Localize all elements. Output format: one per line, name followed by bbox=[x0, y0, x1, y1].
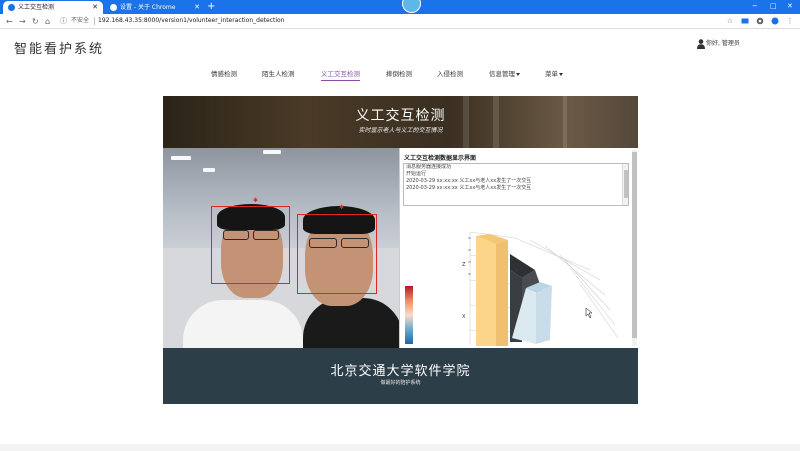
close-tab-icon[interactable]: ✕ bbox=[194, 1, 200, 14]
extension-icon[interactable] bbox=[741, 17, 749, 25]
maximize-icon[interactable]: □ bbox=[770, 0, 777, 12]
scrollbar-thumb[interactable] bbox=[632, 152, 637, 338]
overlay-badge bbox=[402, 0, 421, 13]
more-menu-icon[interactable]: ⋮ bbox=[786, 17, 794, 25]
nav-stranger-detection[interactable]: 陌生人检测 bbox=[262, 68, 295, 80]
face-marker-icon: ✱ bbox=[339, 204, 345, 211]
nav-info-management-label: 信息管理 bbox=[489, 70, 515, 78]
star-icon[interactable]: ☆ bbox=[726, 17, 734, 25]
tab-title: 义工交互检测 bbox=[18, 4, 55, 11]
log-line: 消息服务器连接成功 bbox=[406, 164, 452, 170]
interaction-3d-chart: Z X bbox=[405, 231, 619, 346]
new-tab-button[interactable]: + bbox=[207, 0, 215, 14]
panel-title: 义工交互检测数据显示界面 bbox=[404, 155, 477, 162]
tab-chrome-settings[interactable]: 设置 - 关于 Chrome ✕ bbox=[105, 1, 205, 14]
z-axis-label: Z bbox=[462, 262, 466, 268]
extension-icon[interactable] bbox=[756, 17, 764, 25]
close-window-icon[interactable]: ✕ bbox=[787, 0, 793, 12]
url-text[interactable]: 192.168.43.35:8000/version1/volunteer_in… bbox=[98, 15, 285, 27]
url-separator bbox=[94, 17, 95, 25]
nav-intrusion-detection[interactable]: 入侵检测 bbox=[437, 68, 463, 80]
nav-fall-detection[interactable]: 摔倒检测 bbox=[386, 68, 412, 80]
x-axis-label: X bbox=[462, 314, 466, 320]
nav-info-management[interactable]: 信息管理 bbox=[489, 68, 520, 80]
arrow-right-icon[interactable]: → bbox=[19, 15, 26, 28]
ceiling-light bbox=[263, 150, 281, 154]
face-marker-icon: ✱ bbox=[253, 197, 259, 204]
log-line: 开始运行 bbox=[406, 171, 427, 177]
user-greeting[interactable]: 你好, 管理员 bbox=[697, 38, 740, 50]
nav-menu-label: 菜单 bbox=[545, 70, 558, 78]
page-banner: 义工交互检测 实时显示老人与义工的交互情况 bbox=[163, 96, 638, 148]
address-bar[interactable]: ⓘ 不安全 192.168.43.35:8000/version1/volunt… bbox=[60, 15, 742, 27]
ceiling-light bbox=[203, 168, 215, 172]
face-detection-box bbox=[211, 206, 290, 284]
z-axis-ticks bbox=[468, 237, 471, 275]
log-line: 2020-03-29 xx:xx:xx 义工xx与老人xx发生了一次交互 bbox=[406, 178, 532, 184]
site-title: 智能看护系统 bbox=[14, 42, 105, 57]
log-scrollbar[interactable] bbox=[622, 164, 628, 205]
banner-subtitle: 实时显示老人与义工的交互情况 bbox=[358, 127, 443, 134]
camera-feed: ✱ ✱ bbox=[163, 148, 399, 348]
browser-tab-bar: 义工交互检测 ✕ 设置 - 关于 Chrome ✕ + − □ ✕ bbox=[0, 0, 800, 14]
browser-toolbar: ← → ↻ ⌂ ⓘ 不安全 192.168.43.35:8000/version… bbox=[0, 14, 800, 29]
ceiling-light bbox=[171, 156, 191, 160]
tab-title: 设置 - 关于 Chrome bbox=[120, 4, 176, 11]
chart-bar-side bbox=[496, 240, 508, 346]
info-icon[interactable]: ⓘ bbox=[60, 15, 67, 27]
nav-menu[interactable]: 菜单 bbox=[545, 68, 563, 80]
user-icon bbox=[697, 38, 705, 49]
data-panel: 义工交互检测数据显示界面 消息服务器连接成功 开始运行 2020-03-29 x… bbox=[399, 148, 638, 348]
log-box[interactable]: 消息服务器连接成功 开始运行 2020-03-29 xx:xx:xx 义工xx与… bbox=[403, 163, 629, 206]
chevron-down-icon bbox=[516, 72, 520, 76]
minimize-icon[interactable]: − bbox=[752, 0, 758, 12]
chart-bar-side bbox=[536, 286, 552, 344]
home-icon[interactable]: ⌂ bbox=[45, 15, 50, 28]
nav-emotion-detection[interactable]: 情感检测 bbox=[211, 68, 237, 80]
main-nav: 情感检测 陌生人检测 义工交互检测 摔倒检测 入侵检测 信息管理 菜单 bbox=[0, 68, 800, 82]
scrollbar-thumb[interactable] bbox=[624, 170, 628, 198]
footer-subtitle: 做最好的陪护系统 bbox=[380, 380, 421, 386]
reload-icon[interactable]: ↻ bbox=[32, 15, 39, 28]
page-bottom-edge bbox=[0, 444, 800, 451]
nav-volunteer-interaction[interactable]: 义工交互检测 bbox=[321, 68, 360, 81]
chart-bar bbox=[476, 236, 496, 346]
arrow-left-icon[interactable]: ← bbox=[6, 15, 13, 28]
tab-volunteer-interaction[interactable]: 义工交互检测 ✕ bbox=[3, 1, 103, 14]
panel-scrollbar[interactable] bbox=[632, 150, 637, 346]
security-label: 不安全 bbox=[71, 17, 90, 24]
banner-title: 义工交互检测 bbox=[355, 108, 446, 124]
page-favicon-icon bbox=[8, 4, 15, 11]
footer-title: 北京交通大学软件学院 bbox=[330, 364, 471, 379]
colorbar bbox=[405, 286, 413, 344]
face-detection-box bbox=[297, 214, 377, 294]
mouse-cursor-icon bbox=[585, 307, 593, 319]
profile-icon[interactable] bbox=[771, 17, 779, 25]
user-text: 你好, 管理员 bbox=[706, 40, 740, 47]
settings-favicon-icon bbox=[110, 4, 117, 11]
person-right-shirt bbox=[303, 298, 399, 348]
chevron-down-icon bbox=[559, 72, 563, 76]
log-line: 2020-03-29 xx:xx:xx 义工xx与老人xx发生了一次交互 bbox=[406, 185, 532, 191]
page-footer: 北京交通大学软件学院 做最好的陪护系统 bbox=[163, 348, 638, 404]
person-left-shirt bbox=[183, 300, 303, 348]
close-tab-icon[interactable]: ✕ bbox=[92, 1, 98, 14]
